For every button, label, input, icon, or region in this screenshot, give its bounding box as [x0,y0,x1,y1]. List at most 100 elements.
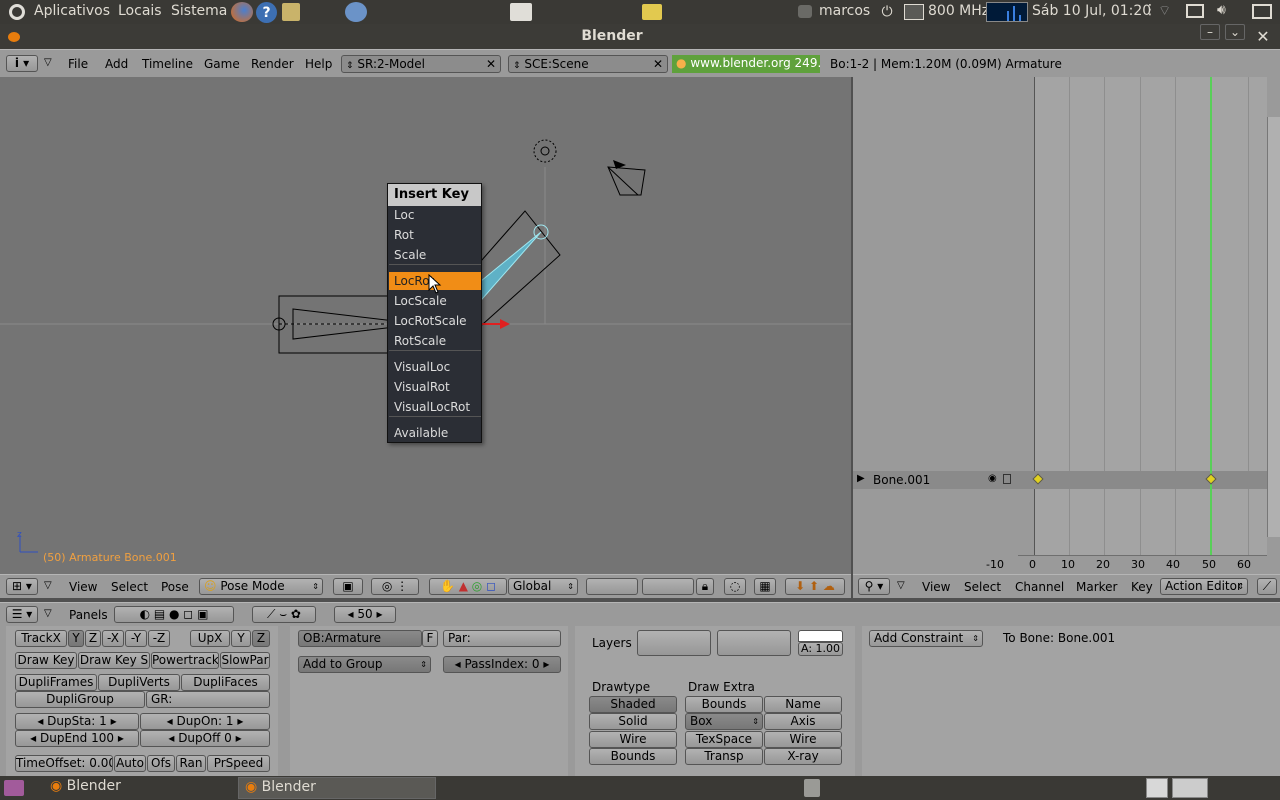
menu-view[interactable]: View [922,580,950,594]
passindex-field[interactable]: ◂ PassIndex: 0 ▸ [443,656,561,673]
menu-view[interactable]: View [69,580,97,594]
menu-pose[interactable]: Pose [161,580,189,594]
layer-buttons-b[interactable] [642,578,694,595]
notes-icon[interactable] [282,3,300,21]
mail-icon[interactable] [1252,4,1272,19]
scene-selector[interactable]: ⇕ SCE:Scene ✕ [508,55,668,73]
up-x-button[interactable]: UpX [190,630,230,647]
menu-channel[interactable]: Channel [1015,580,1064,594]
editor-mode-selector[interactable]: Action Editor ⇕ [1160,578,1248,595]
up-z-button[interactable]: Z [252,630,270,647]
context-buttons[interactable]: ◐ ▤ ● ◻ ▣ [114,606,234,623]
menu-marker[interactable]: Marker [1076,580,1117,594]
kebab-icon[interactable]: ⋮ [1143,2,1157,18]
edit-icon[interactable]: ⟋ [1257,578,1277,595]
collapse-menu-icon[interactable]: ▽ [897,580,905,591]
collapse-menu-icon[interactable]: ▽ [44,608,52,619]
manipulator-buttons[interactable]: ✋ ▲ ◎ ◻ [429,578,507,595]
alpha-field[interactable]: A: 1.00 [798,642,843,656]
group-field[interactable]: GR: [146,691,270,708]
duplifaces-button[interactable]: DupliFaces [181,674,270,691]
prspeed-button[interactable]: PrSpeed [207,755,270,772]
drawtype-solid[interactable]: Solid [589,713,677,730]
track-z-button[interactable]: Z [85,630,101,647]
sub-context-buttons[interactable]: ⟋ ⌣ ✿ [252,606,316,623]
track-y-button[interactable]: Y [68,630,84,647]
slowpar-button[interactable]: SlowPar [220,652,270,669]
track-negz-button[interactable]: -Z [148,630,170,647]
dupend-field[interactable]: ◂ DupEnd 100 ▸ [15,730,139,747]
dupsta-field[interactable]: ◂ DupSta: 1 ▸ [15,713,139,730]
drawtype-bounds[interactable]: Bounds [589,748,677,765]
screen-selector[interactable]: ⇕ SR:2-Model ✕ [341,55,501,73]
lock-icon[interactable] [1003,474,1011,484]
draw-key-sel-button[interactable]: Draw Key S [78,652,150,669]
onion-icon[interactable]: ◌ [724,578,746,595]
taskbar-item-blender-active[interactable]: ◉ Blender [238,777,436,799]
menu-render[interactable]: Render [251,57,294,71]
layer-buttons-a[interactable] [586,578,638,595]
dupliframes-button[interactable]: DupliFrames [15,674,97,691]
frame-number-field[interactable]: ◂ 50 ▸ [334,606,396,623]
parent-field[interactable]: Par: [443,630,561,647]
object-color-swatch[interactable] [798,630,843,642]
editor-type-buttons-button[interactable]: ☰ ▾ [6,606,38,623]
draw-key-button[interactable]: Draw Key [15,652,77,669]
add-to-group-select[interactable]: Add to Group ⇕ [298,656,431,673]
menu-panels[interactable]: Panels [69,608,108,622]
vertical-scrollbar[interactable] [1267,117,1280,537]
ran-button[interactable]: Ran [176,755,206,772]
drawtype-shaded[interactable]: Shaded [589,696,677,713]
add-constraint-select[interactable]: Add Constraint ⇕ [869,630,983,647]
object-name-field[interactable]: OB:Armature [298,630,422,647]
menu-help[interactable]: Help [305,57,332,71]
display-icon[interactable] [1186,4,1204,18]
dupligroup-button[interactable]: DupliGroup [15,691,145,708]
layer-grid-a[interactable] [637,630,711,656]
insert-key-locscale[interactable]: LocScale [389,292,481,310]
editor-type-3dview-button[interactable]: ⊞ ▾ [6,578,38,595]
up-y-button[interactable]: Y [231,630,251,647]
close-icon[interactable]: ✕ [1253,26,1273,46]
insert-key-available[interactable]: Available [389,424,481,442]
extra-wire[interactable]: Wire [764,731,842,748]
track-negy-button[interactable]: -Y [125,630,147,647]
firefox-icon[interactable] [231,2,253,22]
menu-applications[interactable]: Aplicativos [34,3,110,19]
ubuntu-logo-icon[interactable] [9,4,25,20]
insert-key-scale[interactable]: Scale [389,246,481,264]
menu-places[interactable]: Locais [118,3,162,19]
dupoff-field[interactable]: ◂ DupOff 0 ▸ [140,730,270,747]
insert-key-visualrot[interactable]: VisualRot [389,378,481,396]
keying-buttons[interactable]: ⬇ ⬆ ☁ [785,578,845,595]
network-icon[interactable]: ⌔ [1158,2,1171,20]
folder-icon[interactable] [642,4,662,20]
render-preview-icon[interactable]: ▦ [754,578,776,595]
workspace-2-icon[interactable] [1172,778,1208,798]
help-icon[interactable]: ? [256,2,277,23]
menu-select[interactable]: Select [964,580,1001,594]
insert-key-visualloc[interactable]: VisualLoc [389,358,481,376]
menu-select[interactable]: Select [111,580,148,594]
clapboard-icon[interactable] [510,3,532,21]
ofs-button[interactable]: Ofs [147,755,175,772]
orientation-selector[interactable]: Global ⇕ [508,578,578,595]
maximize-icon[interactable]: ⌄ [1225,24,1245,40]
drawtype-wire[interactable]: Wire [589,731,677,748]
menu-add[interactable]: Add [105,57,128,71]
extra-axis[interactable]: Axis [764,713,842,730]
extra-transp[interactable]: Transp [685,748,763,765]
menu-key[interactable]: Key [1131,580,1153,594]
bounds-type-select[interactable]: Box ⇕ [685,713,763,730]
insert-key-rot[interactable]: Rot [389,226,481,244]
minimize-icon[interactable]: – [1200,24,1220,40]
volume-icon[interactable]: 🔊︎ [1217,2,1226,18]
track-x-button[interactable]: TrackX [15,630,67,647]
collapse-menu-icon[interactable]: ▽ [44,57,52,68]
menu-timeline[interactable]: Timeline [142,57,193,71]
show-desktop-icon[interactable] [4,780,24,796]
area-divider[interactable] [851,77,853,598]
fake-user-button[interactable]: F [422,630,438,647]
editor-type-info-button[interactable]: i ▾ [6,55,38,72]
insert-key-locrotscale[interactable]: LocRotScale [389,312,481,330]
